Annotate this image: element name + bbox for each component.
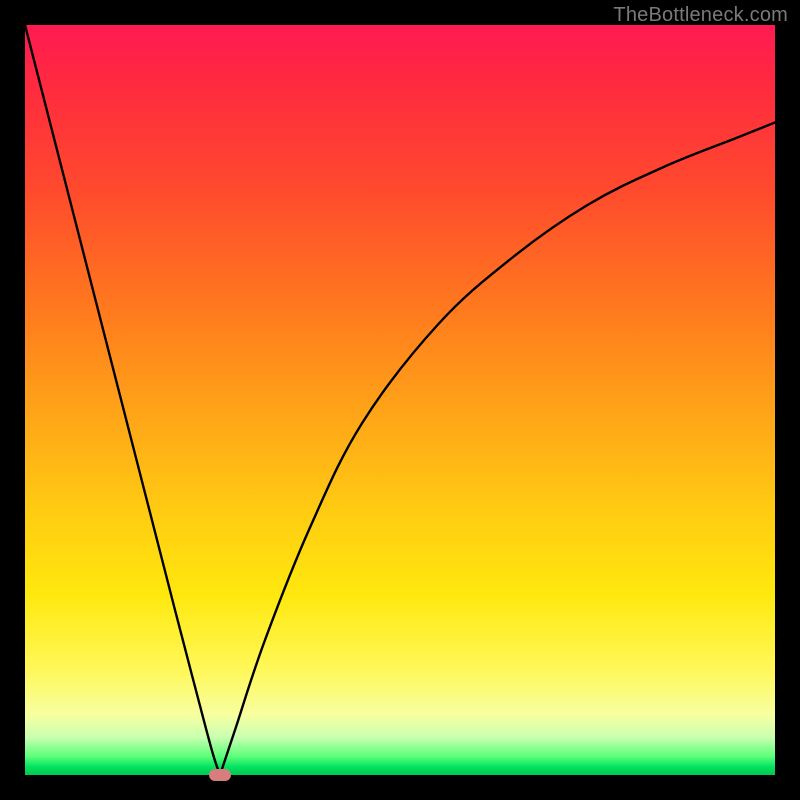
plot-background-gradient (25, 25, 775, 775)
watermark-text: TheBottleneck.com (613, 4, 788, 27)
chart-frame: TheBottleneck.com (0, 0, 800, 800)
